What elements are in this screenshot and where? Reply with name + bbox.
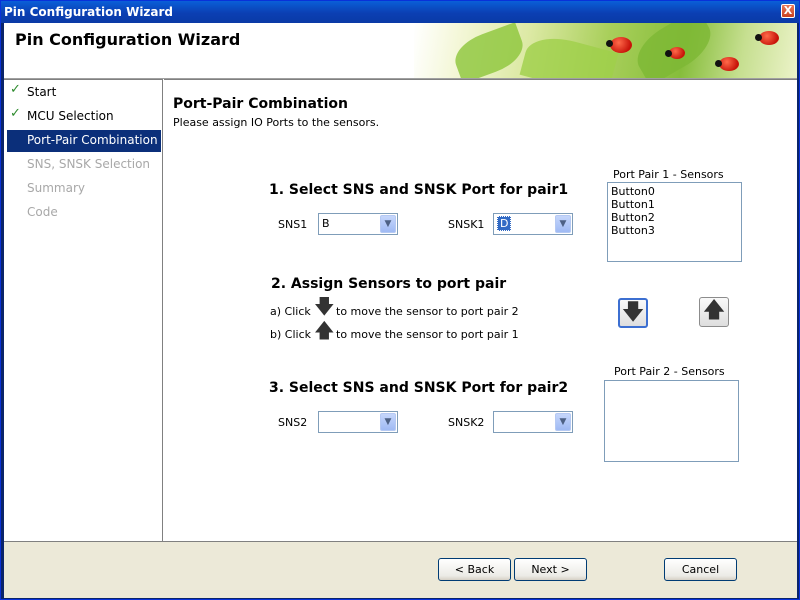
client-area: Pin Configuration Wizard ✓ Start ✓ MCU S… <box>4 23 797 598</box>
pair2-list-label: Port Pair 2 - Sensors <box>614 365 725 378</box>
check-icon: ✓ <box>10 82 21 97</box>
step-label: Summary <box>27 181 85 195</box>
pair1-sensor-list[interactable]: Button0 Button1 Button2 Button3 <box>607 182 742 262</box>
pair2-sensor-list[interactable] <box>604 380 739 462</box>
step-start: ✓ Start <box>7 82 161 104</box>
step-label: Code <box>27 205 58 219</box>
pair1-heading: 1. Select SNS and SNSK Port for pair1 <box>269 182 569 198</box>
chevron-down-icon[interactable]: ▼ <box>380 215 396 233</box>
step-label: MCU Selection <box>27 109 114 123</box>
snsk2-label: SNSK2 <box>448 416 485 429</box>
assign-heading: 2. Assign Sensors to port pair <box>271 276 507 292</box>
sns2-select[interactable]: ▼ <box>318 411 398 433</box>
arrow-up-icon: 🡅 <box>314 318 335 342</box>
next-button[interactable]: Next > <box>514 558 587 581</box>
instruction-a-text: to move the sensor to port pair 2 <box>336 305 519 318</box>
move-down-button[interactable]: 🡇 <box>618 298 648 328</box>
close-icon[interactable]: X <box>781 4 795 18</box>
step-summary: Summary <box>7 178 161 200</box>
window-title: Pin Configuration Wizard <box>4 5 174 19</box>
pair2-heading: 3. Select SNS and SNSK Port for pair2 <box>269 380 569 396</box>
step-label: Start <box>27 85 57 99</box>
instruction-a-prefix: a) Click <box>270 305 311 318</box>
sns1-value: B <box>322 217 330 230</box>
header: Pin Configuration Wizard <box>4 23 797 79</box>
step-code: Code <box>7 202 161 224</box>
sns2-label: SNS2 <box>278 416 308 429</box>
move-up-button[interactable]: 🡅 <box>699 297 729 327</box>
arrow-up-icon: 🡅 <box>702 298 726 323</box>
main-content: Port-Pair Combination Please assign IO P… <box>164 79 797 541</box>
step-label: SNS, SNSK Selection <box>27 157 151 171</box>
title-bar: Pin Configuration Wizard X <box>1 1 799 23</box>
pair1-list-label: Port Pair 1 - Sensors <box>613 168 724 181</box>
list-item[interactable]: Button3 <box>611 224 738 237</box>
ladybug-banner-image <box>414 23 797 78</box>
wizard-steps-sidebar: ✓ Start ✓ MCU Selection Port-Pair Combin… <box>4 79 163 541</box>
wizard-window: Pin Configuration Wizard X Pin Configura… <box>0 0 800 600</box>
snsk2-select[interactable]: ▼ <box>493 411 573 433</box>
instruction-b-prefix: b) Click <box>270 328 311 341</box>
cancel-button[interactable]: Cancel <box>664 558 737 581</box>
wizard-footer: < Back Next > Cancel <box>4 541 797 598</box>
snsk1-select[interactable]: D ▼ <box>493 213 573 235</box>
sns1-label: SNS1 <box>278 218 308 231</box>
chevron-down-icon[interactable]: ▼ <box>555 413 571 431</box>
step-mcu-selection: ✓ MCU Selection <box>7 106 161 128</box>
section-title: Port-Pair Combination <box>173 96 348 112</box>
chevron-down-icon[interactable]: ▼ <box>380 413 396 431</box>
snsk1-label: SNSK1 <box>448 218 485 231</box>
page-title: Pin Configuration Wizard <box>15 30 241 49</box>
snsk1-value: D <box>497 216 512 231</box>
back-button[interactable]: < Back <box>438 558 511 581</box>
chevron-down-icon[interactable]: ▼ <box>555 215 571 233</box>
list-item[interactable]: Button2 <box>611 211 738 224</box>
arrow-down-icon: 🡇 <box>621 300 645 325</box>
step-sns-snsk-selection: SNS, SNSK Selection <box>7 154 161 176</box>
step-label: Port-Pair Combination <box>27 133 158 147</box>
instruction-b-text: to move the sensor to port pair 1 <box>336 328 519 341</box>
list-item[interactable]: Button1 <box>611 198 738 211</box>
section-subtitle: Please assign IO Ports to the sensors. <box>173 116 380 129</box>
list-item[interactable]: Button0 <box>611 185 738 198</box>
step-port-pair-combination: Port-Pair Combination <box>7 130 161 152</box>
check-icon: ✓ <box>10 106 21 121</box>
sns1-select[interactable]: B ▼ <box>318 213 398 235</box>
